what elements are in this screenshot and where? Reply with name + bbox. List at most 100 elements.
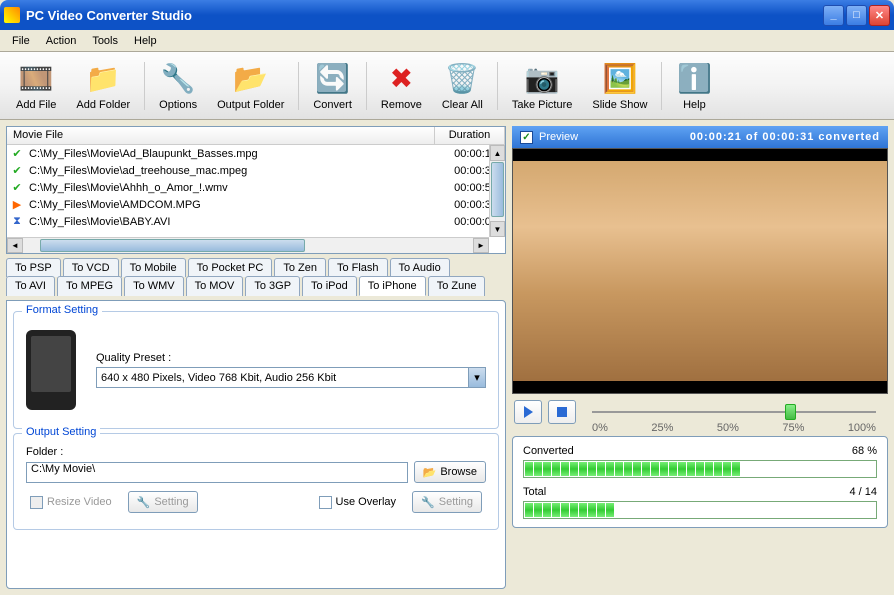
camera-icon: 📷 (524, 61, 560, 97)
close-button[interactable]: ✕ (869, 5, 890, 26)
folder-open-icon: 📂 (423, 466, 437, 479)
tab-to-wmv[interactable]: To WMV (124, 276, 184, 296)
output-folder-icon: 📂 (233, 61, 269, 97)
window-title: PC Video Converter Studio (26, 8, 823, 23)
status-icon: ▶ (9, 198, 25, 212)
tab-to-mpeg[interactable]: To MPEG (57, 276, 122, 296)
add-folder-button[interactable]: 📁Add Folder (66, 57, 140, 115)
format-tabs: To PSPTo VCDTo MobileTo Pocket PCTo ZenT… (6, 258, 506, 296)
app-icon (4, 7, 20, 23)
file-name: C:\My_Files\Movie\ad_treehouse_mac.mpeg (27, 165, 435, 177)
total-value: 4 / 14 (849, 486, 877, 498)
menubar: File Action Tools Help (0, 30, 894, 52)
play-icon (524, 406, 533, 418)
converted-label: Converted (523, 445, 574, 457)
table-row[interactable]: ✔C:\My_Files\Movie\Ad_Blaupunkt_Basses.m… (7, 145, 505, 162)
options-button[interactable]: 🔧Options (149, 57, 207, 115)
separator (144, 62, 145, 110)
file-name: C:\My_Files\Movie\Ahhh_o_Amor_!.wmv (27, 182, 435, 194)
tab-to-vcd[interactable]: To VCD (63, 258, 119, 277)
clear-icon: 🗑️ (444, 61, 480, 97)
maximize-button[interactable]: □ (846, 5, 867, 26)
tab-to-zen[interactable]: To Zen (274, 258, 326, 277)
col-movie-file[interactable]: Movie File (7, 127, 435, 144)
play-button[interactable] (514, 400, 542, 424)
wrench-icon: 🔧 (137, 496, 151, 509)
stop-button[interactable] (548, 400, 576, 424)
gear-icon: 🔧 (160, 61, 196, 97)
menu-help[interactable]: Help (126, 33, 165, 49)
toolbar: 🎞️Add File 📁Add Folder 🔧Options 📂Output … (0, 52, 894, 120)
device-iphone-icon (26, 330, 76, 410)
separator (661, 62, 662, 110)
quality-preset-label: Quality Preset : (96, 352, 486, 364)
quality-preset-select[interactable]: 640 x 480 Pixels, Video 768 Kbit, Audio … (96, 367, 486, 388)
slideshow-icon: 🖼️ (602, 61, 638, 97)
separator (497, 62, 498, 110)
folder-label: Folder : (26, 446, 486, 458)
table-row[interactable]: ✔C:\My_Files\Movie\Ahhh_o_Amor_!.wmv00:0… (7, 179, 505, 196)
tab-to-pocket-pc[interactable]: To Pocket PC (188, 258, 273, 277)
resize-video-checkbox: Resize Video (30, 496, 112, 509)
remove-button[interactable]: ✖Remove (371, 57, 432, 115)
tab-to-mov[interactable]: To MOV (186, 276, 244, 296)
tab-to-zune[interactable]: To Zune (428, 276, 486, 296)
convert-button[interactable]: 🔄Convert (303, 57, 362, 115)
preview-checkbox[interactable]: ✓ (520, 131, 533, 144)
tab-to-avi[interactable]: To AVI (6, 276, 55, 296)
video-display (512, 148, 888, 394)
menu-tools[interactable]: Tools (84, 33, 126, 49)
tab-to-iphone[interactable]: To iPhone (359, 276, 426, 296)
take-picture-button[interactable]: 📷Take Picture (502, 57, 583, 115)
total-label: Total (523, 486, 546, 498)
chevron-down-icon: ▾ (468, 368, 485, 387)
separator (366, 62, 367, 110)
separator (298, 62, 299, 110)
total-progress-bar (523, 501, 877, 519)
browse-button[interactable]: 📂Browse (414, 461, 486, 483)
wrench-icon: 🔧 (421, 496, 435, 509)
output-folder-input[interactable]: C:\My Movie\ (26, 462, 408, 483)
add-file-button[interactable]: 🎞️Add File (6, 57, 66, 115)
folder-icon: 📁 (85, 61, 121, 97)
tab-to-mobile[interactable]: To Mobile (121, 258, 186, 277)
file-name: C:\My_Files\Movie\BABY.AVI (27, 216, 435, 228)
table-row[interactable]: ⧗C:\My_Files\Movie\BABY.AVI00:00:04 (7, 213, 505, 230)
tab-to-flash[interactable]: To Flash (328, 258, 388, 277)
tab-to-3gp[interactable]: To 3GP (245, 276, 300, 296)
file-list[interactable]: Movie File Duration ✔C:\My_Files\Movie\A… (6, 126, 506, 254)
output-setting-group: Output Setting Folder : C:\My Movie\ 📂Br… (13, 433, 499, 530)
format-setting-group: Format Setting Quality Preset : 640 x 48… (13, 311, 499, 429)
col-duration[interactable]: Duration (435, 127, 505, 144)
minimize-button[interactable]: _ (823, 5, 844, 26)
file-list-header: Movie File Duration (7, 127, 505, 145)
remove-icon: ✖ (383, 61, 419, 97)
menu-file[interactable]: File (4, 33, 38, 49)
seek-slider[interactable]: 0%25%50%75%100% (592, 402, 876, 422)
preview-panel: ✓ Preview 00:00:21 of 00:00:31 converted… (512, 126, 888, 430)
file-name: C:\My_Files\Movie\AMDCOM.MPG (27, 199, 435, 211)
tab-to-ipod[interactable]: To iPod (302, 276, 357, 296)
clear-all-button[interactable]: 🗑️Clear All (432, 57, 493, 115)
menu-action[interactable]: Action (38, 33, 85, 49)
tab-to-psp[interactable]: To PSP (6, 258, 61, 277)
output-folder-button[interactable]: 📂Output Folder (207, 57, 294, 115)
converted-progress-bar (523, 460, 877, 478)
scrollbar-vertical[interactable]: ▲▼ (489, 145, 505, 237)
help-button[interactable]: ℹ️Help (666, 57, 722, 115)
stop-icon (557, 407, 567, 417)
converted-value: 68 % (852, 445, 877, 457)
status-icon: ✔ (9, 147, 25, 161)
status-icon: ⧗ (9, 215, 25, 229)
table-row[interactable]: ▶C:\My_Files\Movie\AMDCOM.MPG00:00:31 (7, 196, 505, 213)
format-legend: Format Setting (22, 304, 102, 316)
tab-to-audio[interactable]: To Audio (390, 258, 450, 277)
file-name: C:\My_Files\Movie\Ad_Blaupunkt_Basses.mp… (27, 148, 435, 160)
convert-icon: 🔄 (315, 61, 351, 97)
use-overlay-checkbox[interactable]: Use Overlay (319, 496, 397, 509)
slide-show-button[interactable]: 🖼️Slide Show (582, 57, 657, 115)
scrollbar-horizontal[interactable]: ◄► (7, 237, 489, 253)
table-row[interactable]: ✔C:\My_Files\Movie\ad_treehouse_mac.mpeg… (7, 162, 505, 179)
help-icon: ℹ️ (676, 61, 712, 97)
preview-status: 00:00:21 of 00:00:31 converted (690, 131, 880, 143)
